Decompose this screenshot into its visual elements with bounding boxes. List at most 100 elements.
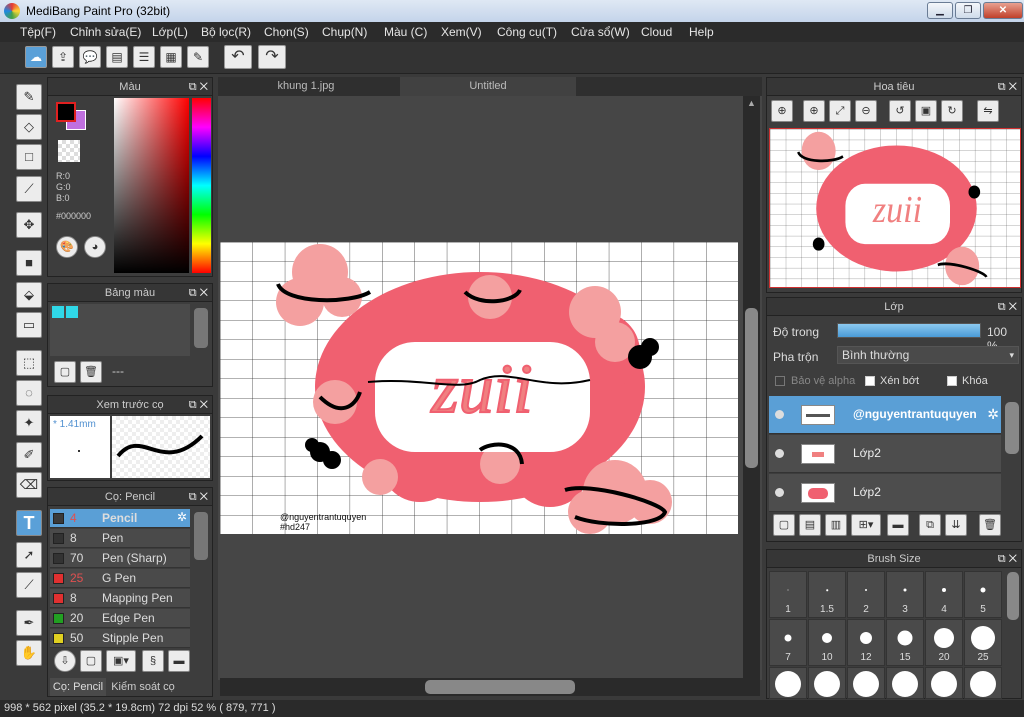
brush-size-15[interactable]: 15 — [886, 619, 924, 666]
eye-icon[interactable] — [775, 488, 784, 497]
zoom-icon[interactable]: ⊕ — [771, 100, 793, 122]
operation-tool-icon[interactable]: ➚ — [16, 542, 42, 568]
zoom-out-icon[interactable]: ⊖ — [855, 100, 877, 122]
move-tool-icon[interactable]: ✥ — [16, 212, 42, 238]
panel-close-icon[interactable]: ⧉ ✕ — [998, 78, 1017, 96]
panel-close-icon[interactable]: ⧉ ✕ — [189, 488, 208, 506]
new-layer-icon[interactable]: ▢ — [773, 514, 795, 536]
brush-item-pencil[interactable]: 4 Pencil ✲ — [50, 509, 190, 528]
color-wheel-icon[interactable]: ◕ — [84, 236, 106, 258]
brush-item-pen-sharp[interactable]: 70 Pen (Sharp) — [50, 549, 190, 568]
menu-layer[interactable]: Lớp(L) — [152, 25, 188, 39]
brush-size-5[interactable]: 5 — [964, 571, 1002, 618]
menu-window[interactable]: Cửa sổ(W) — [571, 25, 630, 39]
brush-item-pen[interactable]: 8 Pen — [50, 529, 190, 548]
menu-filter[interactable]: Bộ lọc(R) — [201, 25, 251, 39]
opacity-slider[interactable] — [837, 323, 981, 338]
new-8bit-layer-icon[interactable]: ▤ — [799, 514, 821, 536]
brush-size-scrollbar[interactable] — [1007, 572, 1019, 620]
panel-close-icon[interactable]: ⧉ ✕ — [189, 396, 208, 414]
menu-view[interactable]: Xem(V) — [441, 25, 482, 39]
transparent-swatch[interactable] — [58, 140, 80, 162]
brush-tool-icon[interactable]: ✎ — [16, 84, 42, 110]
brush-size-7[interactable]: 7 — [769, 619, 807, 666]
brush-item-edge-pen[interactable]: 20 Edge Pen — [50, 609, 190, 628]
brush-size-10[interactable]: 10 — [808, 619, 846, 666]
menu-tools[interactable]: Công cụ(T) — [497, 25, 557, 39]
edit-list-icon[interactable]: ✎ — [187, 46, 209, 68]
layer-scrollbar[interactable] — [1005, 402, 1019, 454]
new-swatch-icon[interactable]: ▢ — [54, 361, 76, 383]
select-pen-tool-icon[interactable]: ✐ — [16, 442, 42, 468]
document-icon[interactable]: ☰ — [133, 46, 155, 68]
folder-icon[interactable]: ▬ — [887, 514, 909, 536]
add-layer-dropdown-icon[interactable]: ⊞▾ — [851, 514, 881, 536]
fill-rect-tool-icon[interactable]: ■ — [16, 250, 42, 276]
cloud-icon[interactable]: ☁ — [25, 46, 47, 68]
upload-icon[interactable]: ⇪ — [52, 46, 74, 68]
brush-list-scrollbar[interactable] — [194, 512, 208, 560]
maximize-button[interactable]: ❐ — [955, 2, 981, 19]
eye-icon[interactable] — [775, 449, 784, 458]
canvas-horizontal-scrollbar[interactable] — [220, 678, 760, 696]
brush-type-dropdown-icon[interactable]: ▣▾ — [106, 650, 136, 672]
saturation-value-picker[interactable] — [114, 98, 189, 273]
artwork-canvas[interactable]: zuii @nguyentrantuquyen #hd247 — [220, 242, 738, 534]
menu-cloud[interactable]: Cloud — [641, 25, 672, 39]
text-tool-icon[interactable]: T — [16, 510, 42, 536]
panel-close-icon[interactable]: ⧉ ✕ — [189, 284, 208, 302]
eye-icon[interactable] — [775, 410, 784, 419]
clip-checkbox[interactable] — [865, 376, 875, 386]
comment-icon[interactable]: 💬 — [79, 46, 101, 68]
layer-row[interactable]: Lớp2 — [769, 474, 1001, 512]
panel-close-icon[interactable]: ⧉ ✕ — [189, 78, 208, 96]
menu-help[interactable]: Help — [689, 25, 714, 39]
brush-size-large[interactable] — [925, 667, 963, 699]
tab-brush[interactable]: Cọ: Pencil — [50, 678, 106, 696]
tab-untitled[interactable]: Untitled — [400, 77, 576, 96]
eraser-tool-icon[interactable]: ◇ — [16, 114, 42, 140]
eyedropper-tool-icon[interactable]: ✒ — [16, 610, 42, 636]
tab-khung-1[interactable]: khung 1.jpg — [218, 77, 394, 96]
palette-swatch[interactable] — [52, 306, 64, 318]
folder-icon[interactable]: ▬ — [168, 650, 190, 672]
hue-slider[interactable] — [192, 98, 211, 273]
palette-scrollbar[interactable] — [194, 308, 208, 348]
undo-button[interactable]: ↶ — [224, 45, 252, 69]
redo-button[interactable]: ↷ — [258, 45, 286, 69]
brush-size-12[interactable]: 12 — [847, 619, 885, 666]
brush-size-20[interactable]: 20 — [925, 619, 963, 666]
merge-layer-icon[interactable]: ⇊ — [945, 514, 967, 536]
duplicate-layer-icon[interactable]: ⧉ — [919, 514, 941, 536]
layer-row[interactable]: @nguyentrantuquyen ✲ — [769, 396, 1001, 434]
tab-brush-control[interactable]: Kiểm soát cọ — [108, 678, 178, 696]
palette-icon[interactable]: 🎨 — [56, 236, 78, 258]
protect-alpha-checkbox[interactable] — [775, 376, 785, 386]
brush-item-mapping-pen[interactable]: 8 Mapping Pen — [50, 589, 190, 608]
canvas-vertical-scrollbar[interactable]: ▲ — [743, 96, 760, 680]
menu-select[interactable]: Chọn(S) — [264, 25, 309, 39]
rotate-right-icon[interactable]: ↻ — [941, 100, 963, 122]
navigator-preview[interactable]: zuii — [769, 128, 1021, 288]
brush-size-large[interactable] — [769, 667, 807, 699]
brush-settings-icon[interactable]: § — [142, 650, 164, 672]
divide-tool-icon[interactable]: ⟋ — [16, 572, 42, 598]
gear-icon[interactable]: ✲ — [177, 510, 187, 524]
hand-tool-icon[interactable]: ✋ — [16, 640, 42, 666]
gradient-tool-icon[interactable]: ▭ — [16, 312, 42, 338]
lock-checkbox[interactable] — [947, 376, 957, 386]
menu-edit[interactable]: Chỉnh sửa(E) — [70, 25, 141, 39]
flip-icon[interactable]: ⇋ — [977, 100, 999, 122]
palette-swatch-area[interactable] — [50, 304, 190, 356]
magic-wand-tool-icon[interactable]: ✦ — [16, 410, 42, 436]
menu-color[interactable]: Màu (C) — [384, 25, 427, 39]
new-1bit-layer-icon[interactable]: ▥ — [825, 514, 847, 536]
brush-item-g-pen[interactable]: 25 G Pen — [50, 569, 190, 588]
horizontal-scroll-thumb[interactable] — [425, 680, 575, 694]
palette-swatch[interactable] — [66, 306, 78, 318]
brush-size-large[interactable] — [808, 667, 846, 699]
chat-icon[interactable]: ▤ — [106, 46, 128, 68]
menu-file[interactable]: Tệp(F) — [20, 25, 56, 39]
new-brush-icon[interactable]: ▢ — [80, 650, 102, 672]
brush-size-4[interactable]: 4 — [925, 571, 963, 618]
